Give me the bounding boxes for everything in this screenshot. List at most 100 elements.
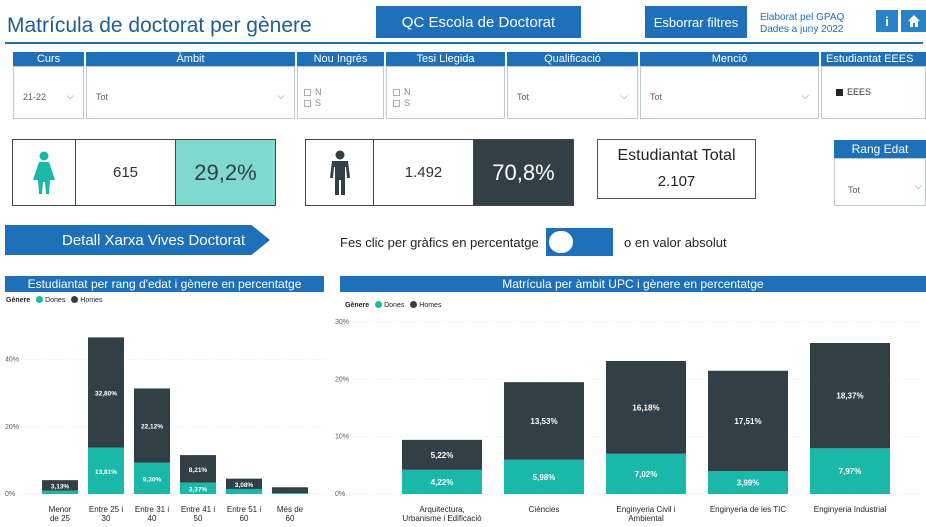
chevron-down-icon: ⌵ xyxy=(620,91,628,102)
home-glyph xyxy=(907,15,920,27)
x-category-label: 30 xyxy=(102,514,111,523)
qc-escola-doctorat-button[interactable]: QC Escola de Doctorat xyxy=(376,6,581,38)
filter-rang-edat-value: Tot xyxy=(848,185,861,195)
x-category-label: Entre 31 i xyxy=(135,505,169,514)
toggle-post-label: o en valor absolut xyxy=(624,235,727,250)
x-category-label: Enginyeria Industrial xyxy=(814,505,887,514)
data-label: 5,98% xyxy=(533,473,556,482)
legend-dot-homes xyxy=(71,296,79,303)
x-category-label: Ciències xyxy=(529,505,560,514)
x-category-label: Ambiental xyxy=(628,514,664,523)
x-category-label: Entre 25 i xyxy=(89,505,123,514)
y-tick-label: 30% xyxy=(335,319,349,326)
filter-eees-header: Estudiantat EEES xyxy=(821,52,926,66)
nou-ingres-option-n-label: N xyxy=(315,87,322,97)
x-category-label: Urbanisme i Edificació xyxy=(402,514,482,523)
filter-qualificacio-header: Qualificació xyxy=(507,52,638,66)
toggle-knob[interactable] xyxy=(549,231,573,253)
data-label: 3,13% xyxy=(51,483,70,490)
filter-curs-header: Curs xyxy=(13,52,84,66)
title-divider xyxy=(5,42,923,44)
women-kpi-icon-card xyxy=(12,139,76,206)
total-card: Estudiantat Total 2.107 xyxy=(597,139,756,199)
age-bar-chart: 0% 20% 40% 3,13% Menorde 25 13,81% 32,80% Entre… xyxy=(5,337,325,523)
women-count: 615 xyxy=(112,164,139,181)
female-icon xyxy=(33,151,55,194)
data-label: 22,12% xyxy=(141,424,163,431)
ambit-chart-title: Matrícula per àmbit UPC i gènere en perc… xyxy=(340,276,926,292)
filter-rang-edat-dropdown[interactable]: Tot ⌵ xyxy=(834,158,926,206)
filter-ambit-dropdown[interactable]: Tot ⌵ xyxy=(86,66,295,119)
chevron-down-icon: ⌵ xyxy=(277,91,285,102)
bar-dones xyxy=(226,488,262,494)
age-chart-title: Estudiantat per rang d'edat i gènere en … xyxy=(5,276,324,292)
x-category-label: 50 xyxy=(194,514,203,523)
eees-option-label: EEES xyxy=(847,87,872,97)
x-category-label: Menor xyxy=(49,505,72,514)
filter-curs-dropdown[interactable]: 21-22 ⌵ xyxy=(13,66,84,119)
filter-mencio-header: Menció xyxy=(640,52,819,66)
y-tick-label: 10% xyxy=(335,434,349,441)
eees-option[interactable]: EEES xyxy=(836,87,871,97)
data-label: 8,21% xyxy=(189,467,208,474)
nou-ingres-option-s[interactable]: S xyxy=(304,98,321,108)
filter-qualificacio-dropdown[interactable]: Tot ⌵ xyxy=(507,66,638,119)
tesi-option-n-label: N xyxy=(404,87,411,97)
x-category-label: 40 xyxy=(148,514,157,523)
y-tick-label: 20% xyxy=(335,376,349,383)
men-count: 1.492 xyxy=(404,164,443,181)
credits-date: Dades a juny 2022 xyxy=(760,24,844,35)
data-label: 7,02% xyxy=(635,470,658,479)
tesi-option-n[interactable]: N xyxy=(393,87,411,97)
women-pct: 29,2% xyxy=(194,159,257,185)
filter-ambit-value: Tot xyxy=(96,92,109,102)
men-pct-card: 70,8% xyxy=(473,139,574,206)
filter-tesi-list: N S xyxy=(386,66,505,119)
x-category-label: Enginyeria de les TIC xyxy=(710,505,787,514)
data-label: 3,08% xyxy=(235,482,254,489)
data-label: 18,37% xyxy=(836,392,863,401)
x-category-label: Entre 41 i xyxy=(181,505,215,514)
credits-author: Elaborat pel GPAQ xyxy=(760,12,845,23)
data-label: 5,22% xyxy=(431,451,454,460)
nou-ingres-option-s-label: S xyxy=(315,98,322,108)
clear-filters-button[interactable]: Esborrar filtres xyxy=(645,6,747,38)
y-tick-label: 40% xyxy=(5,357,19,364)
x-category-label: 60 xyxy=(240,514,249,523)
tesi-option-s[interactable]: S xyxy=(393,98,410,108)
chevron-down-icon: ⌵ xyxy=(66,91,74,102)
data-label: 4,22% xyxy=(431,478,454,487)
filter-ambit-header: Àmbit xyxy=(86,52,295,66)
x-category-label: Més de xyxy=(277,505,304,514)
data-label: 17,51% xyxy=(734,417,761,426)
info-icon[interactable]: i xyxy=(876,10,898,32)
x-category-label: Entre 51 i xyxy=(227,505,261,514)
filter-mencio-dropdown[interactable]: Tot ⌵ xyxy=(640,66,819,119)
nou-ingres-option-n[interactable]: N xyxy=(304,87,322,97)
home-icon[interactable] xyxy=(901,10,926,32)
men-kpi-icon-card xyxy=(305,139,374,206)
chevron-down-icon: ⌵ xyxy=(801,91,809,102)
data-label: 3,37% xyxy=(189,486,208,493)
bar-homes xyxy=(272,487,308,493)
ambit-bar-chart: 0% 10% 20% 30% 4,22% 5,22% Arquitectura,Urbani… xyxy=(335,319,925,523)
total-label: Estudiantat Total xyxy=(617,147,736,164)
data-label: 3,99% xyxy=(737,479,760,488)
detail-xarxa-vives-button[interactable]: Detall Xarxa Vives Doctorat xyxy=(5,225,270,255)
checkbox-icon xyxy=(304,89,311,96)
bar-dones xyxy=(42,490,78,494)
filter-nou-ingres-list: N S xyxy=(297,66,384,119)
total-value: 2.107 xyxy=(657,173,696,190)
age-chart-legend: Gènere Dones Homes xyxy=(6,296,102,304)
checkbox-icon xyxy=(304,100,311,107)
age-legend-homes: Homes xyxy=(80,297,103,304)
legend-dot-dones xyxy=(36,296,44,303)
data-label: 16,18% xyxy=(632,403,659,412)
filter-tesi-header: Tesi Llegida xyxy=(386,52,505,66)
men-count-card: 1.492 xyxy=(373,139,474,206)
men-pct: 70,8% xyxy=(492,159,555,185)
checkbox-icon xyxy=(393,100,400,107)
x-category-label: 60 xyxy=(286,514,295,523)
x-category-label: Arquitectura, xyxy=(419,505,464,514)
women-count-card: 615 xyxy=(75,139,176,206)
